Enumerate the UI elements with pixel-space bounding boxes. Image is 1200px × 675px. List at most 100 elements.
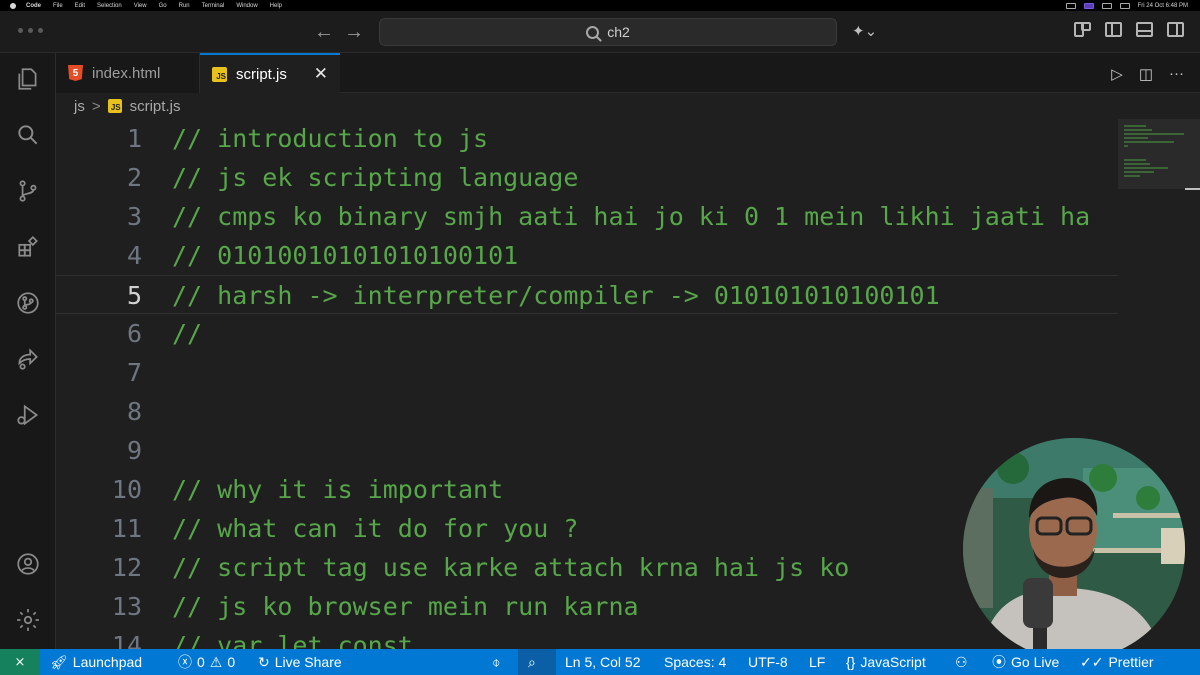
code-line[interactable]: 4 // 01010010101010100101 xyxy=(56,236,1118,275)
cursor-position[interactable]: Ln 5, Col 52 xyxy=(565,649,641,675)
menu-terminal[interactable]: Terminal xyxy=(202,3,225,9)
explorer-icon[interactable] xyxy=(14,65,42,93)
indentation-setting[interactable]: Spaces: 4 xyxy=(664,649,726,675)
menu-go[interactable]: Go xyxy=(159,3,167,9)
code-line[interactable]: 3 // cmps ko binary smjh aati hai jo ki 0… xyxy=(56,197,1118,236)
code-editor[interactable]: 1 // introduction to js 2 // js ek scriptin… xyxy=(56,119,1118,649)
menubar-active-app-icon[interactable] xyxy=(1083,2,1094,9)
line-number: 12 xyxy=(111,553,142,582)
minimap-line xyxy=(1124,175,1140,177)
code-line[interactable]: 2 // js ek scripting language xyxy=(56,158,1118,197)
code-line[interactable]: 8 xyxy=(56,392,1118,431)
warning-count: 0 xyxy=(227,654,236,670)
customize-layout-icon[interactable] xyxy=(1074,22,1091,37)
code-text[interactable]: // cmps ko binary smjh aati hai jo ki 0 … xyxy=(172,197,1090,236)
launchpad-item[interactable]: 🚀︎ Launchpad xyxy=(50,649,142,675)
code-text[interactable]: // script tag use karke attach krna hai … xyxy=(172,548,849,587)
back-arrow-icon[interactable]: ← xyxy=(314,21,334,44)
minimap-line xyxy=(1124,133,1184,135)
chevron-right-icon: > xyxy=(91,97,101,115)
command-center-search[interactable]: ch2 xyxy=(379,18,837,46)
zoom-window-dot[interactable] xyxy=(38,28,43,33)
braces-icon: {} xyxy=(846,654,856,670)
remote-indicator[interactable]: ⨯ xyxy=(0,649,40,675)
menubar-status-icon[interactable] xyxy=(1065,2,1076,9)
menu-view[interactable]: View xyxy=(134,3,147,9)
git-graph-icon[interactable] xyxy=(14,289,42,317)
menu-app-name[interactable]: Code xyxy=(26,3,41,9)
error-icon: ⓧ xyxy=(178,654,192,670)
code-text[interactable]: // harsh -> interpreter/compiler -> 0101… xyxy=(172,276,940,315)
code-line[interactable]: 1 // introduction to js xyxy=(56,119,1118,158)
go-live-item[interactable]: ⦿ Go Live xyxy=(992,649,1059,675)
code-text[interactable]: // js ko browser mein run karna xyxy=(172,587,639,626)
code-text[interactable]: // js ek scripting language xyxy=(172,158,578,197)
line-number: 10 xyxy=(111,475,142,504)
tab-index-html[interactable]: 5 index.html xyxy=(56,53,200,93)
zoom-icon[interactable]: ⌕ xyxy=(528,649,536,675)
code-line[interactable]: 14 // var let const xyxy=(56,626,1118,649)
zoom-highlight xyxy=(518,649,556,675)
settings-gear-icon[interactable] xyxy=(14,606,42,634)
tab-label: script.js xyxy=(236,65,287,83)
search-icon[interactable] xyxy=(14,121,42,149)
copilot-status-icon[interactable]: ⚇ xyxy=(955,649,968,675)
menu-selection[interactable]: Selection xyxy=(97,3,122,9)
apple-logo-icon[interactable] xyxy=(10,2,16,9)
run-debug-icon[interactable] xyxy=(14,401,42,429)
minimap-line xyxy=(1124,137,1148,139)
menu-file[interactable]: File xyxy=(53,3,63,9)
menubar-wifi-icon[interactable] xyxy=(1101,2,1112,9)
breadcrumb-folder[interactable]: js xyxy=(74,98,85,115)
run-file-icon[interactable]: ▷ xyxy=(1111,65,1123,83)
code-text[interactable]: // var let const xyxy=(172,626,413,649)
code-line[interactable]: 5 // harsh -> interpreter/compiler -> 010… xyxy=(56,275,1118,314)
extensions-icon[interactable] xyxy=(14,233,42,261)
minimize-window-dot[interactable] xyxy=(28,28,33,33)
code-text[interactable]: // xyxy=(172,314,202,353)
copilot-chat-icon[interactable]: ✦⌄ xyxy=(852,22,877,40)
close-window-dot[interactable] xyxy=(18,28,23,33)
language-mode[interactable]: {} JavaScript xyxy=(846,649,926,675)
line-number: 7 xyxy=(126,358,142,387)
toggle-primary-sidebar-icon[interactable] xyxy=(1105,22,1122,37)
live-share-icon[interactable] xyxy=(14,345,42,373)
menu-run[interactable]: Run xyxy=(179,3,190,9)
split-editor-icon[interactable]: ◫ xyxy=(1139,65,1153,83)
code-line[interactable]: 6 // xyxy=(56,314,1118,353)
code-line[interactable]: 11 // what can it do for you ? xyxy=(56,509,1118,548)
line-number: 14 xyxy=(111,631,142,649)
code-line[interactable]: 9 xyxy=(56,431,1118,470)
close-tab-icon[interactable]: ✕ xyxy=(314,64,328,84)
toggle-panel-icon[interactable] xyxy=(1136,22,1153,37)
menu-window[interactable]: Window xyxy=(236,3,257,9)
account-icon[interactable] xyxy=(14,550,42,578)
live-share-item[interactable]: ↻ Live Share xyxy=(258,649,342,675)
code-text[interactable]: // 01010010101010100101 xyxy=(172,236,518,275)
menu-help[interactable]: Help xyxy=(270,3,282,9)
breadcrumb-file[interactable]: script.js xyxy=(130,98,181,115)
more-actions-icon[interactable]: ··· xyxy=(1169,65,1184,83)
launchpad-label: Launchpad xyxy=(72,654,143,670)
code-line[interactable]: 10 // why it is important xyxy=(56,470,1118,509)
menubar-clock[interactable]: Fri 24 Oct 6:48 PM xyxy=(1138,3,1188,9)
toggle-secondary-sidebar-icon[interactable] xyxy=(1167,22,1184,37)
problems-item[interactable]: ⓧ 0 ⚠ 0 xyxy=(178,649,235,675)
prettier-item[interactable]: ✓✓ Prettier xyxy=(1080,649,1154,675)
live-share-label: Live Share xyxy=(274,654,342,670)
code-text[interactable]: // what can it do for you ? xyxy=(172,509,578,548)
code-text[interactable]: // introduction to js xyxy=(172,119,488,158)
eol-setting[interactable]: LF xyxy=(809,649,825,675)
source-control-icon[interactable] xyxy=(14,177,42,205)
forward-arrow-icon[interactable]: → xyxy=(344,21,364,44)
code-text[interactable]: // why it is important xyxy=(172,470,503,509)
code-line[interactable]: 12 // script tag use karke attach krna ha… xyxy=(56,548,1118,587)
code-line[interactable]: 13 // js ko browser mein run karna xyxy=(56,587,1118,626)
git-commit-icon[interactable]: ⌽ xyxy=(492,649,500,675)
tab-script-js[interactable]: JS script.js ✕ xyxy=(200,53,340,93)
encoding-setting[interactable]: UTF-8 xyxy=(748,649,788,675)
code-line[interactable]: 7 xyxy=(56,353,1118,392)
minimap-line xyxy=(1124,129,1152,131)
menu-edit[interactable]: Edit xyxy=(75,3,85,9)
menubar-battery-icon[interactable] xyxy=(1119,2,1130,9)
